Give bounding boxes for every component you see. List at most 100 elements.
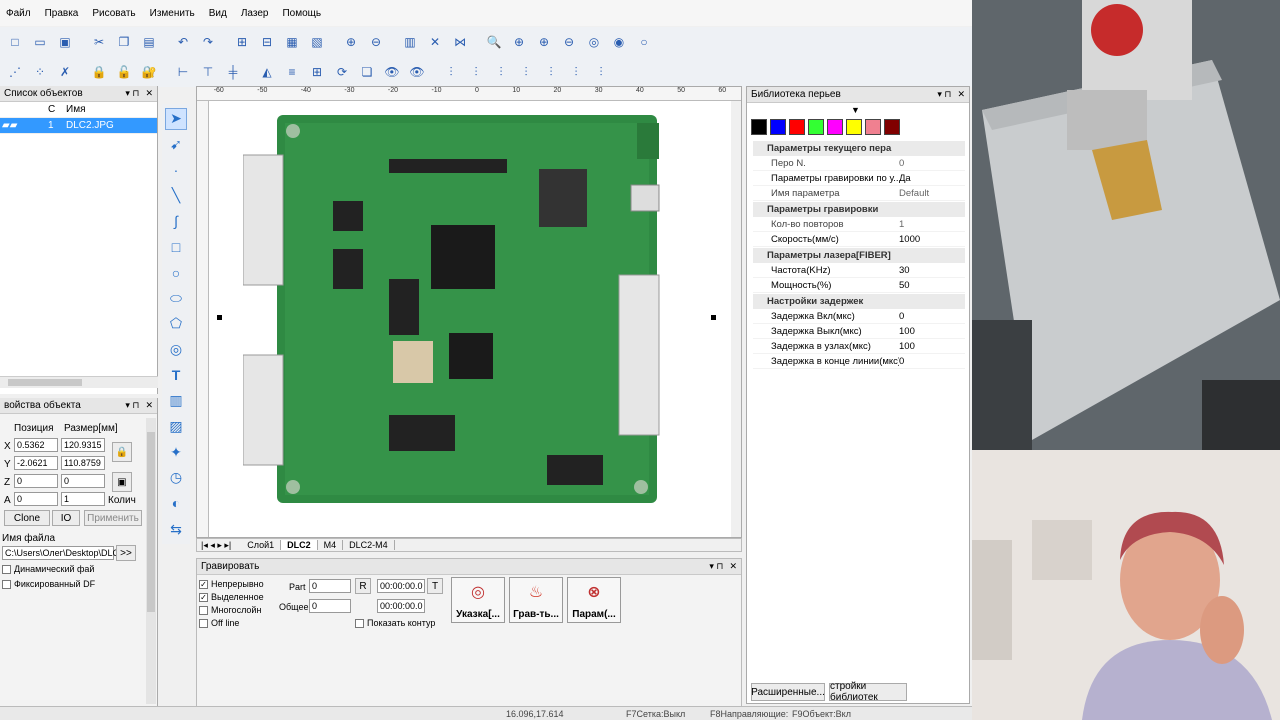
redo-icon[interactable]: ↷ <box>197 32 219 52</box>
copy-icon[interactable]: ❐ <box>113 32 135 52</box>
pen-swatch-7[interactable] <box>884 119 900 135</box>
zoom-all-icon[interactable]: ○ <box>633 32 655 52</box>
remove-icon[interactable]: ⊖ <box>365 32 387 52</box>
show-contour-checkbox[interactable]: Показать контур <box>355 618 435 628</box>
pen-swatch-3[interactable] <box>808 119 824 135</box>
vertical-scrollbar[interactable] <box>146 418 156 704</box>
node-select-icon[interactable]: ⁘ <box>29 62 51 82</box>
zoom-select-icon[interactable]: ◉ <box>608 32 630 52</box>
engrave-button[interactable]: ♨ Грав-ть... <box>509 577 563 623</box>
size-x-field[interactable]: 120.9315 <box>61 438 105 452</box>
size-y-field[interactable]: 110.8759 <box>61 456 105 470</box>
group-current-pen[interactable]: Параметры текущего пера <box>753 141 965 156</box>
align-row-4-icon[interactable]: ⫶ <box>515 62 537 82</box>
pen-swatch-6[interactable] <box>865 119 881 135</box>
multilayer-checkbox[interactable]: Многослойн <box>199 605 261 615</box>
undo-icon[interactable]: ↶ <box>172 32 194 52</box>
menu-draw[interactable]: Рисовать <box>92 8 135 19</box>
menu-laser[interactable]: Лазер <box>241 8 269 19</box>
zoom-out-icon[interactable]: ⊖ <box>558 32 580 52</box>
library-settings-button[interactable]: стройки библиотек <box>829 681 907 703</box>
dynamic-file-checkbox[interactable]: Динамический фай <box>2 564 94 574</box>
dropdown-arrow-icon[interactable]: ▼ <box>851 105 860 115</box>
repeat-row[interactable]: Кол-во повторов 1 <box>753 217 965 232</box>
delay-end-row[interactable]: Задержка в конце линии(мкс) 0 <box>753 354 965 369</box>
group-icon[interactable]: ⊞ <box>231 32 253 52</box>
close-icon[interactable]: ✕ <box>145 88 153 99</box>
clone-button[interactable]: Clone <box>4 510 50 526</box>
pos-y-field[interactable]: -2.0621 <box>14 456 58 470</box>
pcb-image[interactable] <box>242 115 663 505</box>
lock-icon[interactable]: 🔒 <box>88 62 110 82</box>
align-top-icon[interactable]: ⊤ <box>197 62 219 82</box>
group-delays[interactable]: Настройки задержек <box>753 294 965 309</box>
align-left-icon[interactable]: ⊢ <box>172 62 194 82</box>
pen-swatch-0[interactable] <box>751 119 767 135</box>
vector-file-icon[interactable]: ✦ <box>165 441 187 463</box>
align-row-3-icon[interactable]: ⫶ <box>490 62 512 82</box>
selected-checkbox[interactable]: ✓ Выделенное <box>199 592 264 602</box>
pos-x-field[interactable]: 0.5362 <box>14 438 58 452</box>
params-button[interactable]: ⊗ Парам(... <box>567 577 621 623</box>
spiral-icon[interactable]: ◎ <box>165 339 187 361</box>
reset-part-button[interactable]: R <box>355 578 371 594</box>
timer-icon[interactable]: ◷ <box>165 467 187 489</box>
apply-button[interactable]: Применить <box>84 510 142 526</box>
eye-icon[interactable]: 👁 <box>381 62 403 82</box>
close-icon[interactable]: ✕ <box>729 561 737 572</box>
tab-dlc2-m4[interactable]: DLC2-M4 <box>343 540 395 550</box>
frequency-row[interactable]: Частота(KHz) 30 <box>753 263 965 278</box>
barcode-icon[interactable]: ▥ <box>165 390 187 412</box>
layer-icon[interactable]: ❏ <box>356 62 378 82</box>
list-item[interactable]: ▰▰ 1 DLC2.JPG <box>0 118 157 134</box>
cut-icon[interactable]: ✂ <box>88 32 110 52</box>
combine-icon[interactable]: ▦ <box>281 32 303 52</box>
param-name-row[interactable]: Имя параметра Default <box>753 186 965 201</box>
group-engrave-params[interactable]: Параметры гравировки <box>753 202 965 217</box>
array-icon[interactable]: ⊞ <box>306 62 328 82</box>
select-icon[interactable]: ➤ <box>165 108 187 130</box>
part-field[interactable]: 0 <box>309 579 351 593</box>
menu-file[interactable]: Файл <box>6 8 31 19</box>
node-select-icon[interactable]: ➹ <box>165 134 187 156</box>
path-icon[interactable]: ⋈ <box>449 32 471 52</box>
horizontal-scrollbar[interactable] <box>0 376 158 388</box>
image-icon[interactable]: ▨ <box>165 416 187 438</box>
unlock-icon[interactable]: 🔓 <box>113 62 135 82</box>
anchor-icon[interactable]: ▣ <box>112 472 132 492</box>
drawing-canvas[interactable]: -60 -50 -40 -30 -20 -10 0 10 20 30 40 50 60 <box>196 86 742 538</box>
pos-z-field[interactable]: 0 <box>14 474 58 488</box>
align-row-6-icon[interactable]: ⫶ <box>565 62 587 82</box>
pen-swatch-1[interactable] <box>770 119 786 135</box>
close-icon[interactable]: ✕ <box>145 400 153 411</box>
menu-help[interactable]: Помощь <box>282 8 321 19</box>
pen-number-row[interactable]: Перо N. 0 <box>753 156 965 171</box>
zoom-in-2-icon[interactable]: ⊕ <box>533 32 555 52</box>
menu-edit[interactable]: Правка <box>45 8 79 19</box>
pin-icon[interactable]: ▾ ⊓ <box>125 88 139 99</box>
pen-swatch-5[interactable] <box>846 119 862 135</box>
close-icon[interactable]: ✕ <box>957 89 965 100</box>
delay-off-row[interactable]: Задержка Выкл(мкс) 100 <box>753 324 965 339</box>
canvas-vertical-scrollbar[interactable] <box>731 101 741 537</box>
menu-modify[interactable]: Изменить <box>150 8 195 19</box>
offline-checkbox[interactable]: Off line <box>199 618 239 628</box>
pointer-button[interactable]: ◎ Указка[... <box>451 577 505 623</box>
curve-icon[interactable]: ∫ <box>165 211 187 233</box>
size-z-field[interactable]: 0 <box>61 474 105 488</box>
lock-all-icon[interactable]: 🔐 <box>138 62 160 82</box>
reset-time-button[interactable]: T <box>427 578 443 594</box>
pen-swatch-2[interactable] <box>789 119 805 135</box>
circle-icon[interactable]: ○ <box>165 262 187 284</box>
add-icon[interactable]: ⊕ <box>340 32 362 52</box>
align-row-7-icon[interactable]: ⫶ <box>590 62 612 82</box>
align-center-icon[interactable]: ╪ <box>222 62 244 82</box>
split-icon[interactable]: ▧ <box>306 32 328 52</box>
align-row-icon[interactable]: ⫶ <box>440 62 462 82</box>
zoom-icon[interactable]: 🔍 <box>483 32 505 52</box>
tab-dlc2[interactable]: DLC2 <box>281 540 318 550</box>
filepath-field[interactable]: C:\Users\Олег\Desktop\DLC <box>2 546 119 560</box>
fixed-df-checkbox[interactable]: Фиксированный DF <box>2 579 95 589</box>
selection-handle-right[interactable] <box>711 315 716 320</box>
io-button[interactable]: IO <box>52 510 80 526</box>
